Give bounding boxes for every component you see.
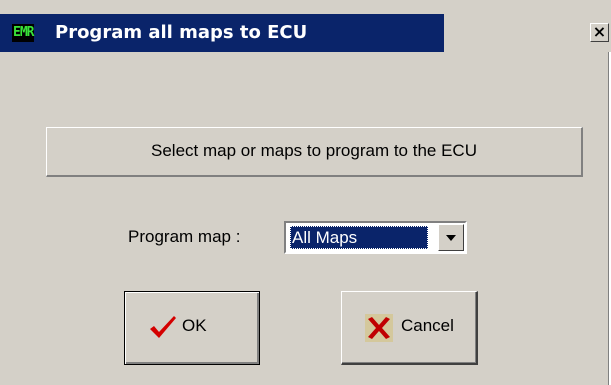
- chevron-down-icon: [446, 235, 456, 241]
- ok-button-label: OK: [182, 316, 207, 335]
- red-x-icon: [365, 314, 393, 347]
- checkmark-icon: [148, 314, 178, 345]
- dropdown-button[interactable]: [438, 224, 464, 251]
- program-map-select[interactable]: All Maps: [284, 221, 467, 254]
- title-bar[interactable]: EMR Program all maps to ECU ×: [0, 14, 611, 52]
- instruction-banner: Select map or maps to program to the ECU: [46, 127, 583, 177]
- program-map-selected-value[interactable]: All Maps: [290, 226, 428, 249]
- window-title: Program all maps to ECU: [55, 22, 308, 43]
- ok-button[interactable]: OK: [124, 291, 260, 365]
- cancel-button[interactable]: Cancel: [341, 291, 478, 365]
- program-maps-dialog: EMR Program all maps to ECU × Select map…: [0, 0, 611, 385]
- close-button[interactable]: ×: [590, 23, 609, 42]
- program-map-label: Program map :: [128, 227, 241, 246]
- cancel-button-label: Cancel: [401, 316, 454, 335]
- emr-app-icon: EMR: [12, 24, 35, 42]
- close-icon: ×: [592, 22, 607, 41]
